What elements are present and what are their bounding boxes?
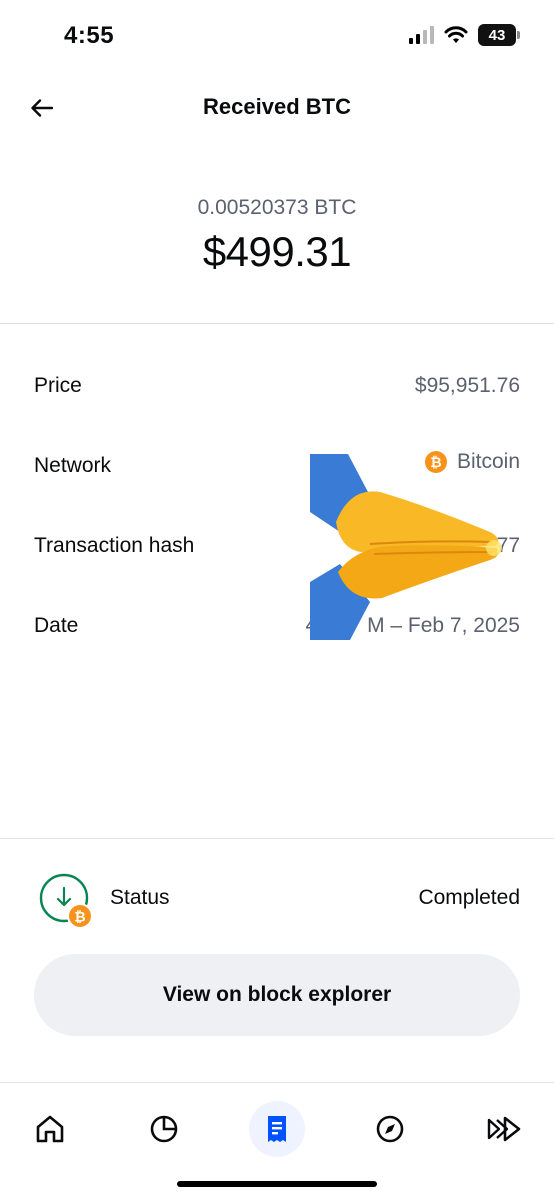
home-icon xyxy=(36,1115,64,1143)
nav-home[interactable] xyxy=(22,1101,78,1157)
divider xyxy=(0,323,554,324)
nav-transactions[interactable] xyxy=(249,1101,305,1157)
amount-summary: 0.00520373 BTC $499.31 xyxy=(0,196,554,276)
price-row: Price $95,951.76 xyxy=(0,348,554,428)
wifi-icon xyxy=(444,26,468,43)
transactions-receipt-icon xyxy=(268,1116,286,1142)
network-label: Network xyxy=(34,454,112,477)
status-label: Status xyxy=(110,886,170,909)
date-label: Date xyxy=(34,614,79,637)
arrow-down-circle-icon: ₿ xyxy=(39,873,93,929)
divider xyxy=(0,838,554,839)
transaction-hash-label: Transaction hash xyxy=(34,534,195,557)
nav-portfolio[interactable] xyxy=(136,1101,192,1157)
fiat-amount: $499.31 xyxy=(202,228,352,275)
price-value: $95,951.76 xyxy=(414,374,520,397)
header: Received BTC xyxy=(0,72,554,142)
home-indicator[interactable] xyxy=(177,1181,377,1187)
svg-text:₿: ₿ xyxy=(74,910,85,926)
portfolio-pie-icon xyxy=(150,1115,178,1143)
cellular-signal-icon xyxy=(409,26,434,44)
status-time: 4:55 xyxy=(64,22,115,49)
page-title: Received BTC xyxy=(203,94,351,119)
crypto-amount: 0.00520373 BTC xyxy=(197,196,357,219)
status-indicators: 43 xyxy=(409,24,520,46)
status-row: ₿ Status Completed xyxy=(0,860,554,940)
view-on-block-explorer-button[interactable]: View on block explorer xyxy=(34,954,520,1036)
transaction-detail-screen: 4:55 43 Received BTC 0.00520373 BTC $499… xyxy=(0,0,554,1200)
battery-icon: 43 xyxy=(478,24,520,46)
explore-compass-icon xyxy=(376,1115,404,1143)
price-label: Price xyxy=(34,374,82,397)
nav-explore[interactable] xyxy=(362,1101,418,1157)
nav-trade[interactable] xyxy=(476,1101,532,1157)
status-bar: 4:55 43 xyxy=(0,0,554,72)
trade-forward-icon xyxy=(487,1116,521,1142)
status-value: Completed xyxy=(418,886,520,909)
received-status-icon: ₿ xyxy=(38,872,93,929)
praying-hands-icon xyxy=(310,454,502,640)
